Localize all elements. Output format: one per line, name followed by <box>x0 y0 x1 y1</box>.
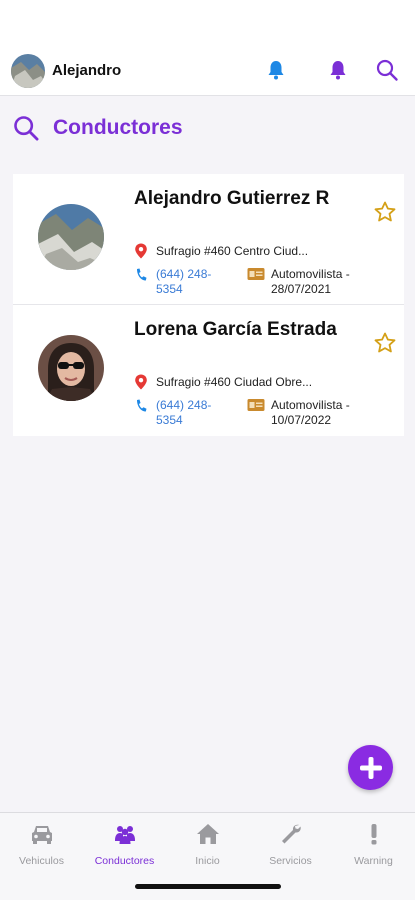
driver-avatar <box>38 335 104 401</box>
tab-label: Servicios <box>269 855 312 867</box>
tab-label: Warning <box>354 855 393 867</box>
plus-icon <box>359 756 382 779</box>
driver-license: Automovilista - 28/07/2021 <box>271 267 350 296</box>
favorite-star-icon[interactable] <box>373 200 397 224</box>
tab-inicio[interactable]: Inicio <box>166 821 249 873</box>
home-indicator <box>135 884 281 889</box>
app-header: Alejandro <box>0 0 415 96</box>
car-icon <box>31 826 52 844</box>
alerts-bell-icon[interactable] <box>326 58 350 82</box>
tab-label: Vehiculos <box>19 855 64 867</box>
user-avatar[interactable] <box>11 54 45 88</box>
driver-address: Sufragio #460 Ciudad Obre... <box>156 375 313 389</box>
favorite-star-icon[interactable] <box>373 331 397 355</box>
driver-address-row: Sufragio #460 Ciudad Obre... <box>134 374 312 390</box>
driver-license-row: Automovilista - 28/07/2021 <box>247 267 383 297</box>
driver-card[interactable]: Alejandro Gutierrez R Sufragio #460 Cent… <box>13 174 404 305</box>
add-driver-button[interactable] <box>348 745 393 790</box>
driver-phone[interactable]: (644) 248-5354 <box>156 398 226 428</box>
driver-address-row: Sufragio #460 Centro Ciud... <box>134 243 308 259</box>
tab-label: Inicio <box>195 855 220 867</box>
wrench-icon <box>281 824 301 844</box>
driver-address: Sufragio #460 Centro Ciud... <box>156 244 309 258</box>
driver-card[interactable]: Lorena García Estrada Sufragio #460 Ciud… <box>13 305 404 436</box>
driver-license: Automovilista - 10/07/2022 <box>271 398 350 427</box>
driver-phone-row[interactable]: (644) 248-5354 <box>134 398 226 428</box>
user-name[interactable]: Alejandro <box>52 62 121 79</box>
tab-warning[interactable]: Warning <box>332 821 415 873</box>
driver-phone[interactable]: (644) 248-5354 <box>156 267 226 297</box>
page-title: Conductores <box>53 116 183 139</box>
phone-icon <box>137 268 147 281</box>
page-title-row: Conductores <box>12 112 183 144</box>
driver-phone-row[interactable]: (644) 248-5354 <box>134 267 226 297</box>
exclamation-icon <box>371 824 376 845</box>
phone-icon <box>137 399 147 412</box>
notification-bell-icon[interactable] <box>264 58 288 82</box>
tab-label: Conductores <box>94 855 155 867</box>
tab-vehiculos[interactable]: Vehiculos <box>0 821 83 873</box>
driver-avatar <box>38 204 104 270</box>
people-icon <box>114 826 135 844</box>
driver-name: Lorena García Estrada <box>134 319 337 340</box>
license-card-icon <box>247 399 265 411</box>
search-icon[interactable] <box>375 58 399 82</box>
license-card-icon <box>247 268 265 280</box>
drivers-list: Alejandro Gutierrez R Sufragio #460 Cent… <box>13 174 404 436</box>
location-pin-icon <box>135 374 147 390</box>
driver-license-row: Automovilista - 10/07/2022 <box>247 398 383 428</box>
tab-servicios[interactable]: Servicios <box>249 821 332 873</box>
tab-conductores[interactable]: Conductores <box>83 821 166 873</box>
driver-name: Alejandro Gutierrez R <box>134 188 330 209</box>
location-pin-icon <box>135 243 147 259</box>
search-icon[interactable] <box>12 114 40 142</box>
home-icon <box>196 824 219 844</box>
